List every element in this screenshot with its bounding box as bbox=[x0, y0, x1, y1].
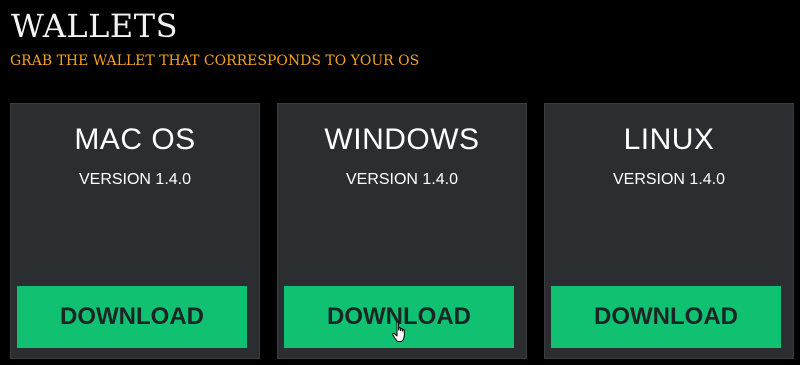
hand-pointer-icon bbox=[392, 321, 405, 342]
os-name: MAC OS bbox=[74, 123, 196, 156]
os-name: WINDOWS bbox=[324, 123, 480, 156]
version-label: VERSION 1.4.0 bbox=[78, 171, 192, 188]
wallet-card-linux: LINUX VERSION 1.4.0 DOWNLOAD bbox=[544, 103, 794, 359]
page-title: WALLETS bbox=[11, 7, 179, 45]
wallet-card-macos: MAC OS VERSION 1.4.0 DOWNLOAD bbox=[10, 103, 260, 359]
os-name: LINUX bbox=[623, 123, 715, 156]
version-label: VERSION 1.4.0 bbox=[612, 171, 726, 188]
download-button-linux[interactable]: DOWNLOAD bbox=[551, 286, 781, 348]
version-label: VERSION 1.4.0 bbox=[345, 171, 459, 188]
page-subtitle: GRAB THE WALLET THAT CORRESPONDS TO YOUR… bbox=[10, 53, 420, 69]
download-button-macos[interactable]: DOWNLOAD bbox=[17, 286, 247, 348]
